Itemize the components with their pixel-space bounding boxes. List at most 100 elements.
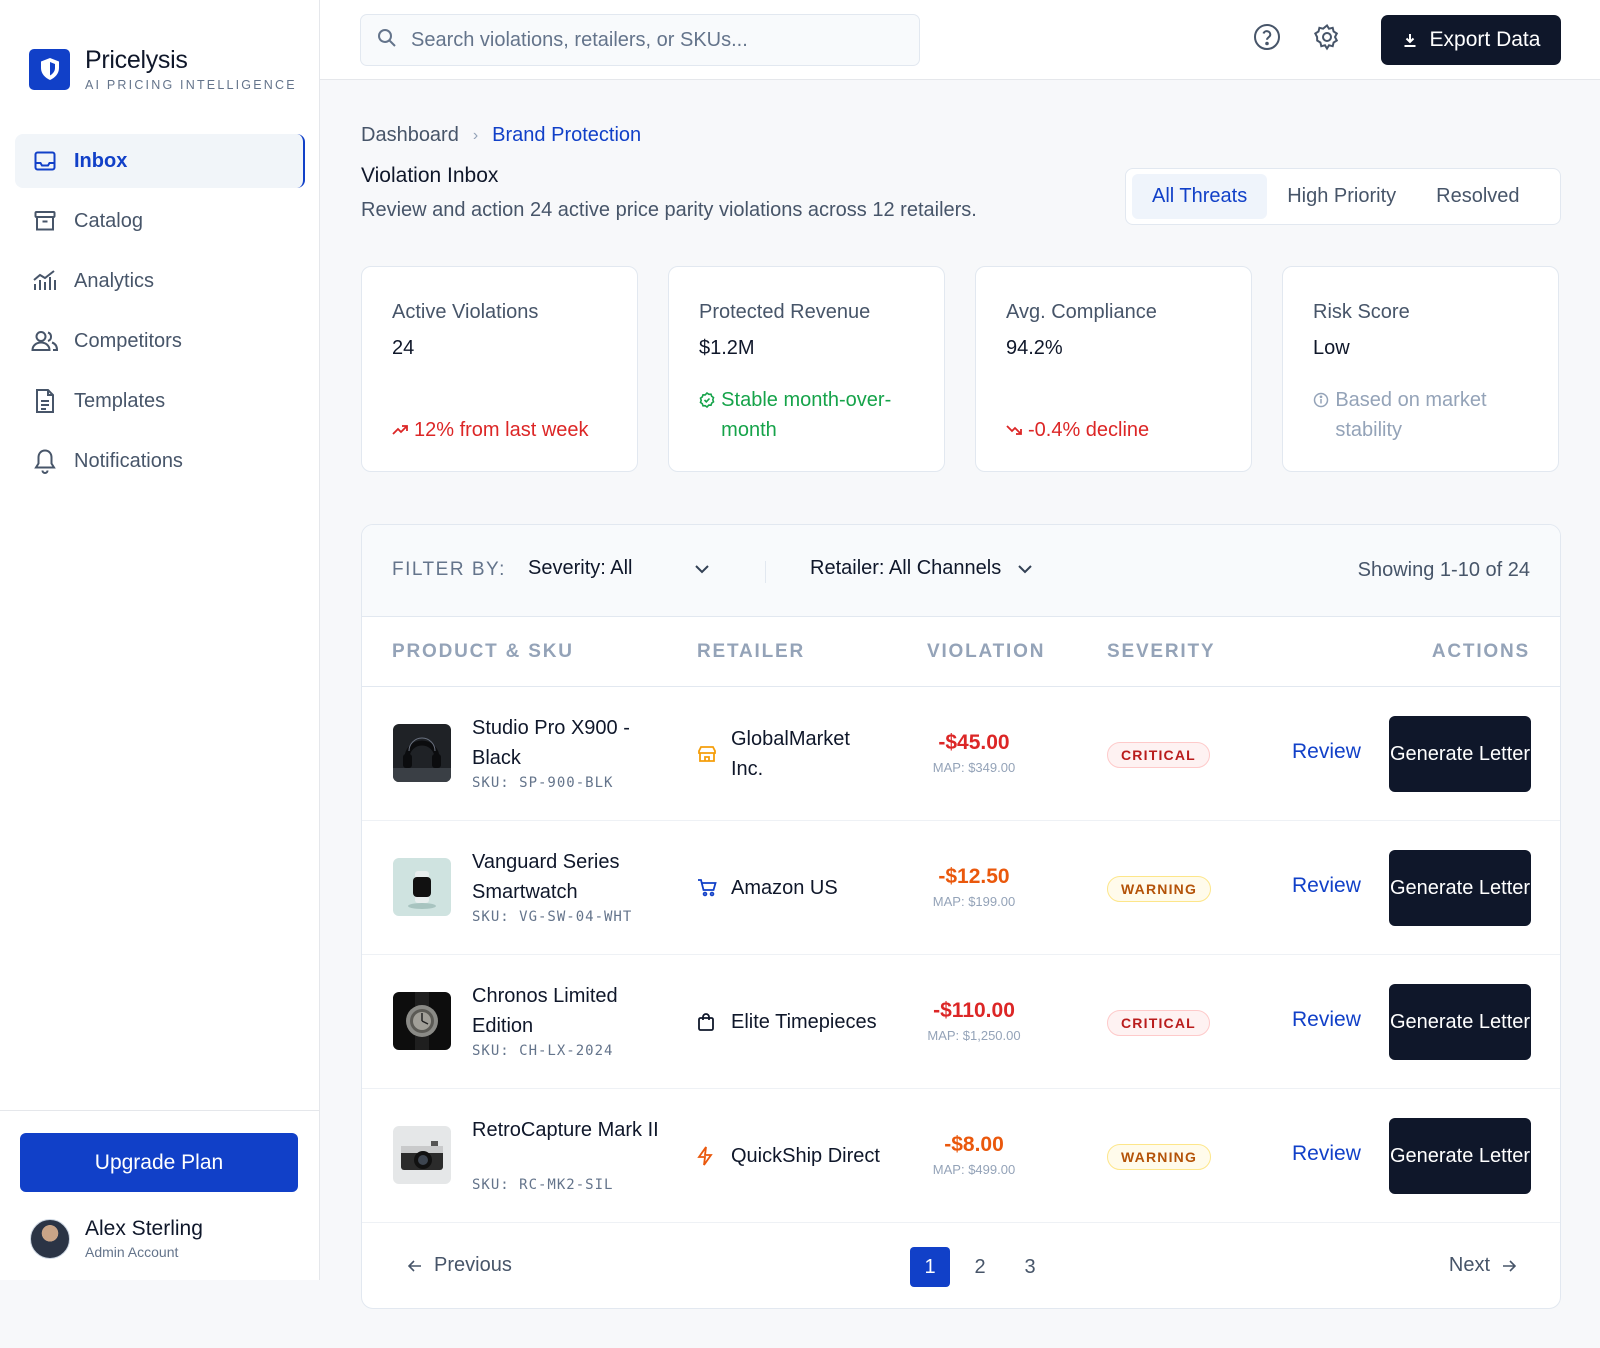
breadcrumb-dashboard[interactable]: Dashboard bbox=[361, 124, 459, 147]
map-price: MAP: $349.00 bbox=[932, 760, 1016, 775]
upgrade-plan-button[interactable]: Upgrade Plan bbox=[20, 1133, 298, 1192]
breadcrumb: Dashboard › Brand Protection bbox=[361, 124, 641, 147]
generate-letter-button[interactable]: Generate Letter bbox=[1389, 984, 1531, 1060]
stat-value: $1.2M bbox=[699, 337, 755, 359]
column-header-actions: ACTIONS bbox=[1431, 641, 1530, 662]
stat-note: Stable month-over-month bbox=[721, 389, 892, 441]
inbox-icon bbox=[31, 147, 59, 175]
sidebar-item-inbox[interactable]: Inbox bbox=[15, 134, 305, 188]
search-input[interactable] bbox=[411, 28, 891, 52]
export-data-button[interactable]: Export Data bbox=[1381, 15, 1561, 65]
export-label: Export Data bbox=[1429, 28, 1541, 51]
page-button-1[interactable]: 1 bbox=[910, 1247, 950, 1287]
violation-amount: -$45.00 bbox=[938, 731, 1010, 754]
table-row[interactable]: RetroCapture Mark II SKU: RC-MK2-SIL Qui… bbox=[362, 1089, 1560, 1223]
retailer-cell: Elite Timepieces bbox=[697, 955, 881, 1089]
topbar: Export Data bbox=[320, 0, 1600, 80]
generate-letter-button[interactable]: Generate Letter bbox=[1389, 850, 1531, 926]
product-thumbnail bbox=[393, 858, 451, 916]
severity-badge: CRITICAL bbox=[1107, 742, 1210, 768]
bell-icon bbox=[31, 447, 59, 475]
sidebar-item-analytics[interactable]: Analytics bbox=[15, 254, 305, 308]
violation-cell: -$12.50 MAP: $199.00 bbox=[894, 865, 1054, 909]
sidebar-item-label: Analytics bbox=[74, 269, 155, 292]
review-link[interactable]: Review bbox=[1292, 740, 1361, 764]
chart-icon bbox=[31, 267, 59, 295]
review-link[interactable]: Review bbox=[1292, 874, 1361, 898]
tab-all-threats[interactable]: All Threats bbox=[1132, 174, 1268, 219]
retailer-name: QuickShip Direct bbox=[731, 1145, 880, 1167]
brand[interactable]: Pricelysis AI PRICING INTELLIGENCE bbox=[29, 46, 297, 92]
table-row[interactable]: Studio Pro X900 - Black SKU: SP-900-BLK … bbox=[362, 687, 1560, 821]
previous-label: Previous bbox=[434, 1254, 512, 1276]
product-name[interactable]: RetroCapture Mark II bbox=[472, 1115, 662, 1145]
retailer-cell: Amazon US bbox=[697, 821, 881, 955]
retailer-filter-select[interactable]: Retailer: All Channels bbox=[810, 557, 1033, 580]
product-thumbnail bbox=[393, 724, 451, 782]
bolt-icon bbox=[697, 1146, 719, 1166]
check-badge-icon bbox=[699, 385, 715, 415]
sidebar-item-notifications[interactable]: Notifications bbox=[15, 434, 305, 488]
search-box[interactable] bbox=[360, 14, 920, 66]
severity-badge: WARNING bbox=[1107, 876, 1212, 902]
review-link[interactable]: Review bbox=[1292, 1142, 1361, 1166]
stat-label: Active Violations bbox=[392, 301, 539, 323]
next-label: Next bbox=[1448, 1254, 1490, 1276]
review-link[interactable]: Review bbox=[1292, 1008, 1361, 1032]
next-page-button[interactable]: Next bbox=[1449, 1254, 1516, 1277]
sidebar-footer: Upgrade Plan Alex Sterling Admin Account bbox=[0, 1110, 320, 1280]
violation-amount: -$8.00 bbox=[944, 1133, 1004, 1156]
shopping-bag-icon bbox=[697, 1012, 719, 1032]
shield-logo-icon bbox=[29, 48, 70, 90]
stat-card-avg-compliance: Avg. Compliance 94.2% -0.4% decline bbox=[975, 266, 1252, 472]
user-profile[interactable]: Alex Sterling Admin Account bbox=[30, 1217, 203, 1260]
table-row[interactable]: Vanguard Series Smartwatch SKU: VG-SW-04… bbox=[362, 821, 1560, 955]
table-header: PRODUCT & SKU RETAILER VIOLATION SEVERIT… bbox=[362, 617, 1560, 687]
page-description: Review and action 24 active price parity… bbox=[361, 199, 977, 221]
column-header-product: PRODUCT & SKU bbox=[392, 641, 574, 662]
tab-resolved[interactable]: Resolved bbox=[1416, 174, 1539, 219]
sidebar-item-label: Catalog bbox=[74, 209, 143, 232]
generate-letter-button[interactable]: Generate Letter bbox=[1389, 1118, 1531, 1194]
page-button-2[interactable]: 2 bbox=[960, 1247, 1000, 1287]
page-numbers: 1 2 3 bbox=[910, 1247, 1050, 1287]
breadcrumb-current[interactable]: Brand Protection bbox=[492, 124, 641, 147]
results-count: Showing 1-10 of 24 bbox=[1357, 559, 1530, 581]
brand-name: Pricelysis bbox=[85, 46, 188, 74]
pagination: Previous 1 2 3 Next bbox=[362, 1225, 1560, 1308]
arrow-left-icon bbox=[408, 1259, 422, 1272]
product-name[interactable]: Vanguard Series Smartwatch bbox=[472, 847, 662, 907]
stat-label: Risk Score bbox=[1313, 301, 1410, 323]
product-thumbnail bbox=[393, 1126, 451, 1184]
stat-trend: -0.4% decline bbox=[1006, 415, 1231, 445]
violation-cell: -$45.00 MAP: $349.00 bbox=[894, 731, 1054, 775]
tab-high-priority[interactable]: High Priority bbox=[1267, 174, 1416, 219]
help-icon[interactable] bbox=[1252, 22, 1282, 52]
violation-amount: -$12.50 bbox=[938, 865, 1010, 888]
sidebar-item-catalog[interactable]: Catalog bbox=[15, 194, 305, 248]
map-price: MAP: $1,250.00 bbox=[927, 1028, 1021, 1043]
stat-note: Based on market stability bbox=[1335, 389, 1487, 441]
table-row[interactable]: Chronos Limited Edition SKU: CH-LX-2024 … bbox=[362, 955, 1560, 1089]
severity-filter-select[interactable]: Severity: All bbox=[528, 557, 710, 580]
gear-icon[interactable] bbox=[1312, 22, 1342, 52]
stat-note: 12% from last week bbox=[414, 419, 589, 441]
product-name[interactable]: Chronos Limited Edition bbox=[472, 981, 662, 1041]
product-name[interactable]: Studio Pro X900 - Black bbox=[472, 713, 662, 773]
previous-page-button[interactable]: Previous bbox=[408, 1254, 512, 1277]
arrow-right-icon bbox=[1502, 1259, 1516, 1272]
generate-letter-button[interactable]: Generate Letter bbox=[1389, 716, 1531, 792]
stat-card-protected-revenue: Protected Revenue $1.2M Stable month-ove… bbox=[668, 266, 945, 472]
document-icon bbox=[31, 387, 59, 415]
sidebar-nav: Inbox Catalog Analytics Competitors Temp… bbox=[15, 134, 305, 494]
product-thumbnail bbox=[393, 992, 451, 1050]
sidebar-item-competitors[interactable]: Competitors bbox=[15, 314, 305, 368]
violation-cell: -$8.00 MAP: $499.00 bbox=[894, 1133, 1054, 1177]
trending-down-icon bbox=[1006, 415, 1024, 445]
page-button-3[interactable]: 3 bbox=[1010, 1247, 1050, 1287]
retailer-name: GlobalMarket Inc. bbox=[731, 728, 850, 780]
avatar bbox=[30, 1218, 70, 1259]
product-sku: SKU: RC-MK2-SIL bbox=[472, 1177, 614, 1193]
sidebar-item-templates[interactable]: Templates bbox=[15, 374, 305, 428]
chevron-down-icon bbox=[1017, 564, 1033, 574]
